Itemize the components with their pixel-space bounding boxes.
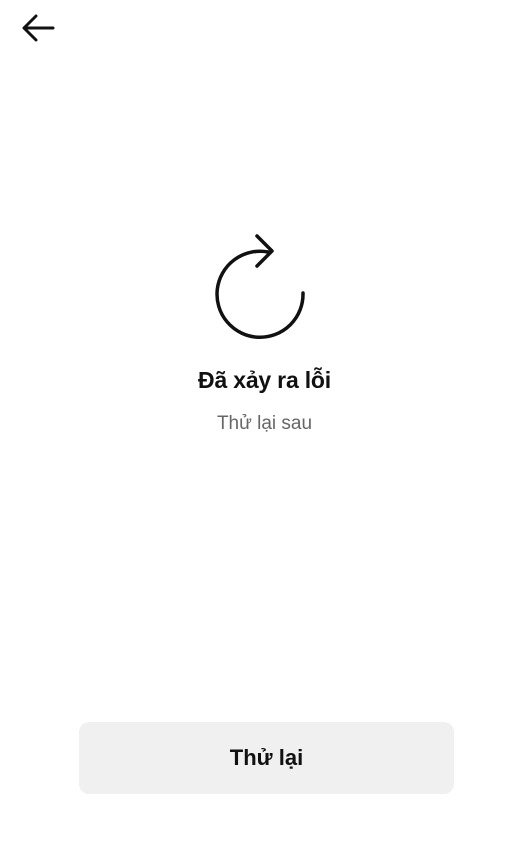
error-subtitle: Thử lại sau [216,413,313,434]
error-title: Đã xảy ra lỗi [198,367,331,393]
refresh-icon [214,230,315,342]
error-state: Đã xảy ra lỗi Thử lại sau [0,230,529,436]
retry-button[interactable]: Thử lại [79,722,454,794]
back-button[interactable] [18,10,58,46]
arrow-left-icon [21,13,55,43]
error-screen: Đã xảy ra lỗi Thử lại sau Thử lại [0,0,529,853]
